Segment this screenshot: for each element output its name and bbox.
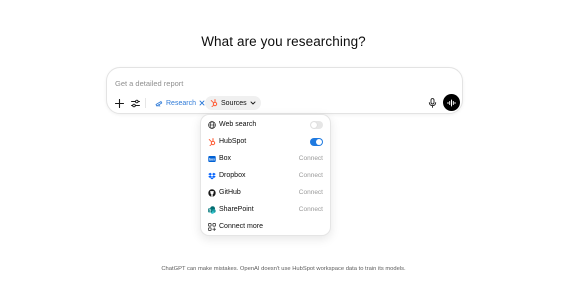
composer: Research Sources xyxy=(106,67,463,114)
sliders-icon xyxy=(130,99,140,107)
connect-link[interactable]: Connect xyxy=(299,189,323,197)
waveform-icon xyxy=(447,99,456,106)
box-icon: box xyxy=(208,155,216,163)
menu-item-connect-more[interactable]: Connect more xyxy=(201,219,330,235)
chevron-down-icon xyxy=(250,101,256,105)
telescope-icon xyxy=(155,101,163,107)
menu-item-sharepoint[interactable]: S SharePoint Connect xyxy=(201,202,330,218)
menu-item-label: Connect more xyxy=(219,223,263,230)
svg-text:S: S xyxy=(209,209,211,213)
microphone-icon xyxy=(428,98,436,108)
connect-link[interactable]: Connect xyxy=(299,206,323,214)
hubspot-icon xyxy=(210,99,218,107)
github-icon xyxy=(208,189,216,197)
page-title: What are you researching? xyxy=(201,34,366,49)
add-button[interactable] xyxy=(113,97,125,109)
research-chip-label: Research xyxy=(166,99,196,107)
connect-link[interactable]: Connect xyxy=(299,155,323,163)
menu-item-hubspot[interactable]: HubSpot xyxy=(201,134,330,150)
menu-item-label: Web search xyxy=(219,121,257,128)
toolbar-divider xyxy=(145,98,146,108)
voice-mode-button[interactable] xyxy=(443,94,460,111)
sharepoint-icon: S xyxy=(208,206,216,214)
disclaimer-footer: ChatGPT can make mistakes. OpenAI doesn'… xyxy=(161,266,406,272)
svg-text:box: box xyxy=(209,157,215,161)
web-search-toggle[interactable] xyxy=(310,121,323,129)
prompt-input[interactable] xyxy=(115,76,415,90)
sources-menu: Web search HubSpot box Box Connect Dropb… xyxy=(200,114,331,236)
sources-chip[interactable]: Sources xyxy=(205,96,261,110)
tools-button[interactable] xyxy=(129,97,141,109)
plus-icon xyxy=(114,98,124,108)
menu-item-label: GitHub xyxy=(219,189,241,196)
hubspot-toggle[interactable] xyxy=(310,138,323,146)
menu-item-label: HubSpot xyxy=(219,138,247,145)
research-chip[interactable]: Research xyxy=(151,96,209,110)
menu-item-web-search[interactable]: Web search xyxy=(201,117,330,133)
menu-item-label: Dropbox xyxy=(219,172,246,179)
menu-item-github[interactable]: GitHub Connect xyxy=(201,185,330,201)
sources-chip-label: Sources xyxy=(221,99,247,107)
menu-item-box[interactable]: box Box Connect xyxy=(201,151,330,167)
globe-icon xyxy=(208,121,216,129)
hubspot-icon xyxy=(208,138,216,146)
menu-item-dropbox[interactable]: Dropbox Connect xyxy=(201,168,330,184)
apps-icon xyxy=(208,223,216,231)
menu-item-label: SharePoint xyxy=(219,206,254,213)
dropbox-icon xyxy=(208,172,216,180)
menu-item-label: Box xyxy=(219,155,232,162)
connect-link[interactable]: Connect xyxy=(299,172,323,180)
dictate-button[interactable] xyxy=(426,97,438,109)
